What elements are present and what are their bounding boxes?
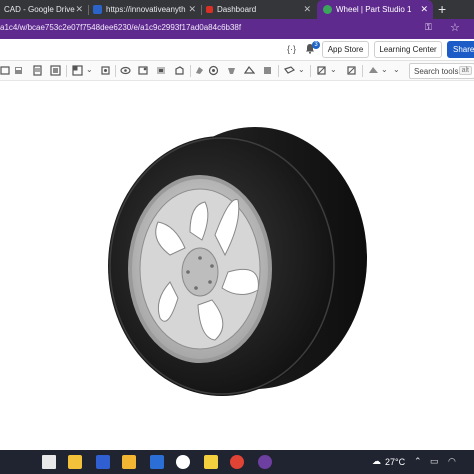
- chevron-down-icon[interactable]: ⌄: [393, 65, 404, 76]
- split-icon[interactable]: [262, 65, 273, 76]
- tab-cad-google-drive[interactable]: CAD - Google Drive ✕: [0, 0, 88, 19]
- surface-icon[interactable]: [368, 65, 379, 76]
- 3d-viewport[interactable]: [0, 81, 474, 450]
- tab-label: https://innovativeanything.: [106, 5, 186, 14]
- new-tab-button[interactable]: +: [438, 1, 446, 17]
- url-text[interactable]: a1c4/w/bcae753c2e07f7548dee6230/e/a1c9c2…: [0, 23, 241, 32]
- sweep-icon[interactable]: [50, 65, 61, 76]
- weather-widget[interactable]: ☁ 27°C: [372, 456, 405, 467]
- close-icon[interactable]: ✕: [188, 4, 196, 15]
- app-header: {·} 3 App Store Learning Center Share: [0, 39, 474, 61]
- mirror-icon[interactable]: [226, 65, 237, 76]
- share-button[interactable]: Share: [447, 41, 474, 58]
- close-icon[interactable]: ✕: [75, 4, 83, 15]
- app-store-button[interactable]: App Store: [322, 41, 369, 58]
- transform-icon[interactable]: [194, 65, 205, 76]
- learning-center-button[interactable]: Learning Center: [374, 41, 442, 58]
- plane-icon[interactable]: [284, 65, 295, 76]
- os-taskbar: ☁ 27°C ⌃ ▭ ◠: [0, 450, 474, 474]
- wifi-icon[interactable]: ◠: [448, 456, 456, 467]
- boolean-icon[interactable]: [244, 65, 255, 76]
- sketch-tool-icon[interactable]: [0, 65, 11, 76]
- fillet-icon[interactable]: [72, 65, 83, 76]
- chamfer-icon[interactable]: [100, 65, 111, 76]
- shell-icon[interactable]: [120, 65, 131, 76]
- chevron-down-icon[interactable]: ⌄: [330, 65, 341, 76]
- weather-cloud-icon: ☁: [372, 456, 381, 466]
- chevron-down-icon[interactable]: ⌄: [381, 65, 392, 76]
- tools-search-placeholder: Search tools...: [414, 67, 466, 76]
- address-bar[interactable]: a1c4/w/bcae753c2e07f7548dee6230/e/a1c9c2…: [0, 19, 474, 39]
- key-icon[interactable]: ⚿: [425, 22, 432, 33]
- code-icon[interactable]: {·}: [287, 44, 296, 54]
- file-explorer-icon[interactable]: [42, 455, 56, 469]
- site-icon: [93, 5, 102, 14]
- rib-icon[interactable]: [156, 65, 167, 76]
- helix-icon[interactable]: [316, 65, 327, 76]
- folder-icon[interactable]: [122, 455, 136, 469]
- sticky-notes-icon[interactable]: [204, 455, 218, 469]
- chevron-down-icon[interactable]: ⌄: [86, 65, 97, 76]
- dell-icon[interactable]: [176, 455, 190, 469]
- revolve-icon[interactable]: [32, 65, 43, 76]
- tab-label: CAD - Google Drive: [4, 5, 75, 14]
- tab-wheel-part-studio[interactable]: Wheel | Part Studio 1 ✕: [317, 0, 433, 19]
- curve-icon[interactable]: [346, 65, 357, 76]
- close-icon[interactable]: ✕: [420, 4, 428, 15]
- chrome-icon[interactable]: [230, 455, 244, 469]
- tab-innovative[interactable]: https://innovativeanything. ✕: [89, 0, 201, 19]
- notification-count-badge: 3: [312, 41, 320, 49]
- tab-label: Dashboard: [217, 5, 257, 14]
- draft-icon[interactable]: [138, 65, 149, 76]
- shortcut-hint: alt: [458, 66, 472, 75]
- photos-icon[interactable]: [68, 455, 82, 469]
- cad-toolbar: ⌄ ⌄ ⌄ ⌄ ⌄ Search tools... alt: [0, 61, 474, 81]
- tab-label: Wheel | Part Studio 1: [336, 5, 412, 14]
- browser-tab-bar: CAD - Google Drive ✕ https://innovativea…: [0, 0, 474, 19]
- chevron-down-icon[interactable]: ⌄: [298, 65, 309, 76]
- bookmark-star-icon[interactable]: ☆: [450, 21, 460, 34]
- mail-icon[interactable]: [150, 455, 164, 469]
- keyboard-icon[interactable]: ▭: [430, 456, 439, 467]
- hole-icon[interactable]: [174, 65, 185, 76]
- chevron-up-icon[interactable]: ⌃: [414, 456, 422, 467]
- wheel-model[interactable]: [0, 81, 474, 450]
- onshape-icon: [323, 5, 332, 14]
- close-icon[interactable]: ✕: [303, 4, 311, 15]
- chrome-profile-icon[interactable]: [258, 455, 272, 469]
- extrude-icon[interactable]: [13, 65, 24, 76]
- tab-dashboard[interactable]: Dashboard ✕: [202, 0, 316, 19]
- pattern-icon[interactable]: [208, 65, 219, 76]
- temperature-label: 27°C: [385, 456, 406, 467]
- calculator-icon[interactable]: [96, 455, 110, 469]
- dashboard-icon: [206, 6, 213, 13]
- tools-search-input[interactable]: Search tools... alt: [409, 63, 474, 79]
